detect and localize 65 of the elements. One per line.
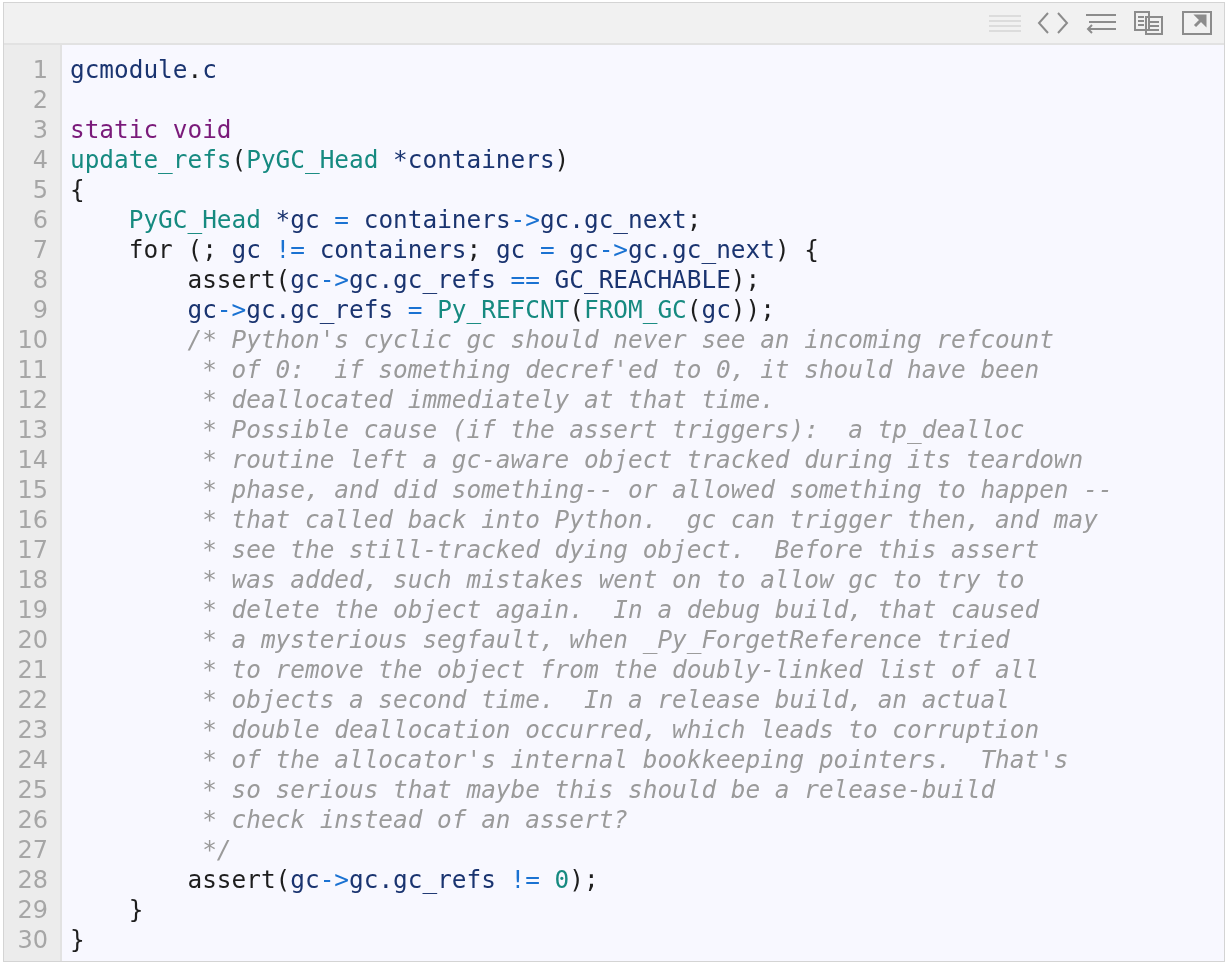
- line-number: 21: [16, 655, 49, 685]
- code-line: * delete the object again. In a debug build, that caused: [201, 595, 1040, 625]
- line-number: 17: [16, 535, 49, 565]
- line-number: 13: [16, 415, 49, 445]
- code-line: * a mysterious segfault, when _Py_ForgetReference tried: [201, 625, 1010, 655]
- line-number: 2: [31, 85, 49, 115]
- line-number: 25: [16, 775, 49, 805]
- code-line: * check instead of an assert?: [201, 805, 628, 835]
- line-number: 9: [31, 295, 49, 325]
- popout-button[interactable]: [1180, 9, 1214, 37]
- code-line: * objects a second time. In a release build, an actual: [201, 685, 1010, 715]
- line-number: 15: [16, 475, 49, 505]
- line-number: 12: [16, 385, 49, 415]
- line-number: 6: [31, 205, 49, 235]
- popout-icon: [1182, 11, 1212, 35]
- code-line: * see the still-tracked dying object. Before this assert: [201, 535, 1040, 565]
- line-number: 28: [16, 865, 49, 895]
- line-number: 8: [31, 265, 49, 295]
- line-number: 23: [16, 715, 49, 745]
- code-line: {: [70, 175, 85, 205]
- code-line: */: [201, 835, 232, 865]
- code-line: * routine left a gc-aware object tracked during its teardown: [201, 445, 1084, 475]
- line-number: 5: [31, 175, 49, 205]
- line-number: 14: [16, 445, 49, 475]
- line-number: 18: [16, 565, 49, 595]
- code-line: * so serious that maybe this should be a release-build: [201, 775, 996, 805]
- code-line: for (; gc != containers; gc = gc->gc.gc_next) {: [127, 235, 819, 265]
- code-line: }: [70, 925, 85, 955]
- code-line: * of the allocator's internal bookkeeping pointers. That's: [201, 745, 1069, 775]
- line-number: 4: [31, 145, 49, 175]
- code-line: PyGC_Head *gc = containers->gc.gc_next;: [127, 205, 702, 235]
- code-line: assert(gc->gc.gc_refs == GC_REACHABLE);: [186, 265, 761, 295]
- copy-button[interactable]: [1132, 9, 1166, 37]
- line-number: 19: [16, 595, 49, 625]
- code-line: gcmodule.c: [70, 55, 217, 85]
- code-line: }: [127, 895, 144, 925]
- line-number: 16: [16, 505, 49, 535]
- code-line: * to remove the object from the doubly-linked list of all: [201, 655, 1040, 685]
- line-number: 1: [31, 55, 49, 85]
- code-line: update_refs(PyGC_Head *containers): [70, 145, 570, 175]
- code-line: * that called back into Python. gc can trigger then, and may: [201, 505, 1098, 535]
- code-line: assert(gc->gc.gc_refs != 0);: [186, 865, 599, 895]
- copy-icon: [1134, 11, 1164, 35]
- code-line: /* Python's cyclic gc should never see an incoming refcount: [186, 325, 1054, 355]
- code-line: gc->gc.gc_refs = Py_REFCNT(FROM_GC(gc));: [186, 295, 775, 325]
- code-line: static void: [70, 115, 232, 145]
- code-line: * phase, and did something-- or allowed something to happen --: [201, 475, 1113, 505]
- code-line: * double deallocation occurred, which leads to corruption: [201, 715, 1040, 745]
- line-number: 3: [31, 115, 49, 145]
- line-number: 7: [31, 235, 49, 265]
- line-number: 29: [16, 895, 49, 925]
- code-line: * Possible cause (if the assert triggers): a tp_dealloc: [201, 415, 1025, 445]
- line-number: 30: [16, 925, 49, 955]
- wrap-icon: [1085, 12, 1117, 34]
- code-line: * of 0: if something decref'ed to 0, it should have been: [201, 355, 1040, 385]
- line-number: 24: [16, 745, 49, 775]
- line-number: 11: [16, 355, 49, 385]
- line-number: 22: [16, 685, 49, 715]
- code-line: * was added, such mistakes went on to allow gc to try to: [201, 565, 1025, 595]
- code-line: * deallocated immediately at that time.: [201, 385, 775, 415]
- line-number: 26: [16, 805, 49, 835]
- line-number: 20: [16, 625, 49, 655]
- line-number: 10: [16, 325, 49, 355]
- line-number: 27: [16, 835, 49, 865]
- code-brackets-icon: [1037, 11, 1069, 35]
